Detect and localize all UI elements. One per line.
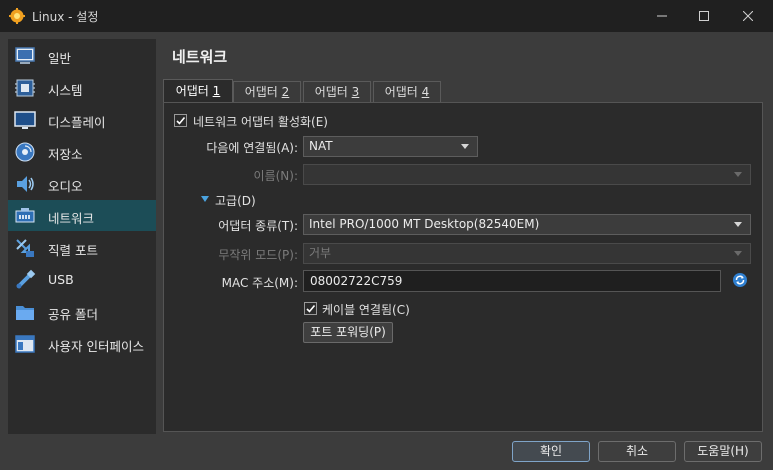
tab-adapter-1[interactable]: 어댑터 1 — [163, 79, 233, 103]
name-combo[interactable] — [303, 164, 751, 185]
tab-adapter-4[interactable]: 어댑터 4 — [373, 81, 441, 102]
chevron-down-icon — [461, 144, 469, 149]
cable-connected-label: 케이블 연결됨(C) — [322, 303, 410, 317]
sidebar-item-label: 저장소 — [48, 147, 83, 162]
close-button[interactable] — [728, 0, 768, 32]
adapter-type-label: 어댑터 종류(T): — [218, 219, 298, 233]
cable-connected-checkbox[interactable] — [304, 302, 317, 315]
cancel-button[interactable]: 취소 — [598, 441, 676, 462]
enable-adapter-label: 네트워크 어댑터 활성화(E) — [193, 115, 328, 129]
sidebar-item-label: 일반 — [48, 51, 72, 66]
promiscuous-mode-label: 무작위 모드(P): — [218, 248, 298, 262]
usb-icon — [16, 269, 36, 289]
ok-button[interactable]: 확인 — [512, 441, 590, 462]
chevron-down-icon — [734, 172, 742, 177]
user-interface-icon — [15, 335, 35, 353]
advanced-toggle[interactable]: 고급(D) — [215, 192, 256, 209]
sidebar-item-display[interactable]: 디스플레이 — [8, 104, 156, 135]
minimize-icon — [657, 15, 667, 17]
sidebar-item-audio[interactable]: 오디오 — [8, 168, 156, 199]
settings-sidebar: 일반 시스템 디스플레이 저장소 오디오 네트워크 직렬 포트 USB 공유 폴… — [8, 39, 156, 434]
sidebar-item-label: 오디오 — [48, 179, 83, 194]
sidebar-item-usb[interactable]: USB — [8, 264, 156, 295]
general-icon — [15, 47, 35, 64]
name-label: 이름(N): — [253, 169, 298, 183]
checkmark-icon — [306, 304, 316, 313]
help-button[interactable]: 도움말(H) — [684, 441, 762, 462]
sidebar-item-storage[interactable]: 저장소 — [8, 136, 156, 167]
audio-icon — [17, 176, 34, 192]
sidebar-item-label: 네트워크 — [48, 211, 95, 226]
sidebar-item-label: 공유 폴더 — [48, 307, 98, 322]
chevron-down-icon — [734, 251, 742, 256]
shared-folder-icon — [16, 306, 34, 320]
serial-port-icon — [16, 239, 34, 257]
network-icon — [15, 208, 35, 223]
expand-caret-icon[interactable] — [201, 196, 209, 202]
mac-address-input[interactable]: 08002722C759 — [303, 270, 721, 292]
sidebar-item-label: 디스플레이 — [48, 115, 106, 130]
sidebar-item-serial-port[interactable]: 직렬 포트 — [8, 232, 156, 263]
tab-adapter-3[interactable]: 어댑터 3 — [303, 81, 371, 102]
adapter-type-combo[interactable]: Intel PRO/1000 MT Desktop(82540EM) — [303, 214, 751, 235]
maximize-button[interactable] — [684, 0, 724, 32]
settings-window: Linux - 설정 일반 시스템 디스플레이 저장소 오디오 네트워크 직렬 … — [0, 0, 773, 470]
refresh-icon[interactable] — [732, 272, 748, 288]
page-title: 네트워크 — [172, 48, 228, 66]
promiscuous-mode-combo[interactable]: 거부 — [303, 243, 751, 264]
sidebar-item-general[interactable]: 일반 — [8, 40, 156, 71]
sidebar-item-system[interactable]: 시스템 — [8, 72, 156, 103]
sidebar-item-network[interactable]: 네트워크 — [8, 200, 156, 231]
close-icon — [743, 11, 753, 21]
window-title: Linux - 설정 — [32, 10, 99, 24]
virtualbox-gear-icon — [9, 8, 25, 24]
storage-icon — [15, 142, 35, 162]
system-icon — [15, 79, 35, 97]
checkmark-icon — [176, 116, 186, 125]
maximize-icon — [699, 11, 709, 21]
display-icon — [14, 111, 36, 129]
chevron-down-icon — [734, 222, 742, 227]
title-bar: Linux - 설정 — [0, 0, 773, 32]
minimize-button[interactable] — [642, 0, 682, 32]
tab-adapter-2[interactable]: 어댑터 2 — [233, 81, 301, 102]
sidebar-item-label: 직렬 포트 — [48, 243, 98, 258]
mac-address-label: MAC 주소(M): — [221, 276, 298, 290]
sidebar-item-label: 시스템 — [48, 83, 83, 98]
port-forwarding-button[interactable]: 포트 포워딩(P) — [303, 322, 393, 343]
sidebar-item-user-interface[interactable]: 사용자 인터페이스 — [8, 328, 156, 359]
enable-adapter-checkbox[interactable] — [174, 114, 187, 127]
sidebar-item-label: 사용자 인터페이스 — [48, 339, 144, 354]
sidebar-item-shared-folder[interactable]: 공유 폴더 — [8, 296, 156, 327]
attached-to-combo[interactable]: NAT — [303, 136, 478, 157]
attached-to-label: 다음에 연결됨(A): — [206, 141, 298, 155]
sidebar-item-label: USB — [48, 272, 74, 287]
